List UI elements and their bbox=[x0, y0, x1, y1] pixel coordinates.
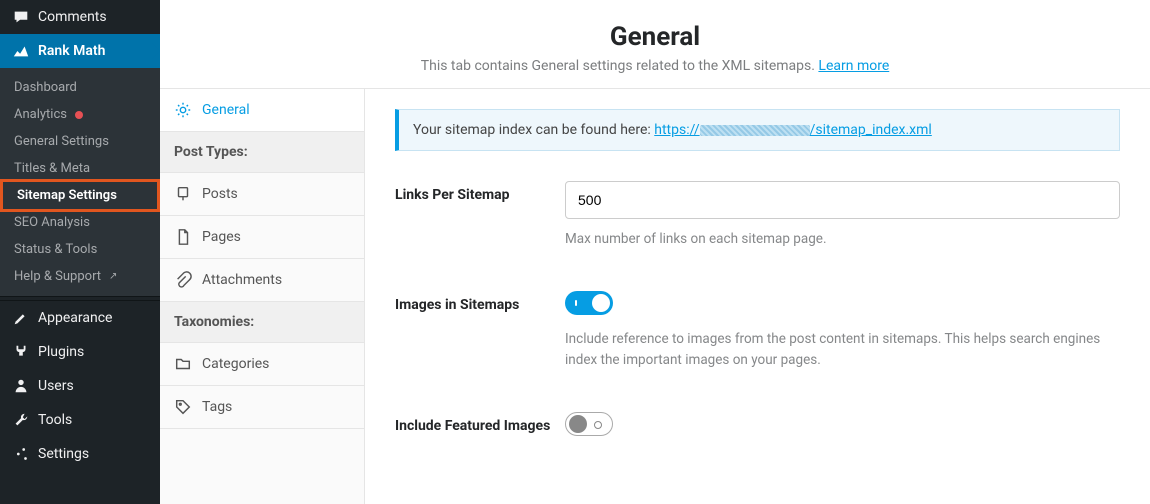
label-images-in-sitemaps: Images in Sitemaps bbox=[395, 291, 565, 370]
page-subtitle: This tab contains General settings relat… bbox=[180, 58, 1130, 74]
settings-form: Your sitemap index can be found here: ht… bbox=[365, 89, 1150, 504]
submenu-analytics[interactable]: Analytics bbox=[0, 101, 160, 128]
control-images-in-sitemaps: Include reference to images from the pos… bbox=[565, 291, 1120, 370]
learn-more-link[interactable]: Learn more bbox=[818, 58, 889, 74]
sliders-icon bbox=[12, 445, 30, 463]
tab-attachments[interactable]: Attachments bbox=[160, 259, 364, 302]
rankmath-icon bbox=[12, 42, 30, 60]
folder-icon bbox=[174, 355, 192, 373]
attachment-icon bbox=[174, 271, 192, 289]
comment-icon bbox=[12, 8, 30, 26]
tab-label: Attachments bbox=[202, 272, 282, 288]
submenu-seo-analysis[interactable]: SEO Analysis bbox=[0, 209, 160, 236]
group-taxonomies: Taxonomies: bbox=[160, 302, 364, 343]
menu-users[interactable]: Users bbox=[0, 369, 160, 403]
tag-icon bbox=[174, 398, 192, 416]
help-links-per-sitemap: Max number of links on each sitemap page… bbox=[565, 229, 1120, 249]
notification-dot-icon bbox=[75, 111, 83, 119]
row-include-featured: Include Featured Images bbox=[395, 412, 1120, 440]
submenu-label: Help & Support bbox=[14, 269, 101, 284]
control-include-featured bbox=[565, 412, 1120, 440]
sitemap-url-link[interactable]: https:// /sitemap_index.xml bbox=[654, 122, 932, 138]
row-images-in-sitemaps: Images in Sitemaps Include reference to … bbox=[395, 291, 1120, 370]
help-images-in-sitemaps: Include reference to images from the pos… bbox=[565, 329, 1120, 370]
page-icon bbox=[174, 228, 192, 246]
gear-icon bbox=[174, 101, 192, 119]
wp-admin-sidebar: Comments Rank Math Dashboard Analytics G… bbox=[0, 0, 160, 504]
url-scheme: https:// bbox=[654, 122, 699, 138]
menu-label: Appearance bbox=[38, 310, 112, 326]
images-in-sitemaps-toggle[interactable] bbox=[565, 291, 613, 315]
submenu-sitemap-settings[interactable]: Sitemap Settings bbox=[0, 179, 160, 212]
page-title: General bbox=[180, 22, 1130, 52]
menu-label: Rank Math bbox=[38, 43, 105, 59]
menu-label: Plugins bbox=[38, 344, 84, 360]
menu-plugins[interactable]: Plugins bbox=[0, 335, 160, 369]
tab-label: Categories bbox=[202, 356, 269, 372]
menu-appearance[interactable]: Appearance bbox=[0, 301, 160, 335]
tab-label: General bbox=[202, 102, 250, 118]
rankmath-submenu: Dashboard Analytics General Settings Tit… bbox=[0, 68, 160, 296]
submenu-titles-meta[interactable]: Titles & Meta bbox=[0, 155, 160, 182]
submenu-general-settings[interactable]: General Settings bbox=[0, 128, 160, 155]
submenu-label: Analytics bbox=[14, 107, 67, 122]
settings-tabs: General Post Types: Posts Pages Attachme… bbox=[160, 89, 365, 504]
subtitle-text: This tab contains General settings relat… bbox=[421, 58, 819, 74]
row-links-per-sitemap: Links Per Sitemap Max number of links on… bbox=[395, 181, 1120, 249]
menu-comments[interactable]: Comments bbox=[0, 0, 160, 34]
tab-label: Posts bbox=[202, 186, 238, 202]
group-post-types: Post Types: bbox=[160, 132, 364, 173]
notice-text: Your sitemap index can be found here: bbox=[413, 122, 654, 138]
submenu-dashboard[interactable]: Dashboard bbox=[0, 74, 160, 101]
menu-settings[interactable]: Settings bbox=[0, 437, 160, 471]
label-include-featured: Include Featured Images bbox=[395, 412, 565, 440]
tab-pages[interactable]: Pages bbox=[160, 216, 364, 259]
tab-posts[interactable]: Posts bbox=[160, 173, 364, 216]
user-icon bbox=[12, 377, 30, 395]
tab-tags[interactable]: Tags bbox=[160, 386, 364, 429]
sitemap-notice: Your sitemap index can be found here: ht… bbox=[395, 109, 1120, 151]
menu-rankmath[interactable]: Rank Math bbox=[0, 34, 160, 68]
redacted-domain bbox=[700, 125, 810, 136]
submenu-help-support[interactable]: Help & Support ↗ bbox=[0, 263, 160, 290]
tab-label: Tags bbox=[202, 399, 232, 415]
label-links-per-sitemap: Links Per Sitemap bbox=[395, 181, 565, 249]
control-links-per-sitemap: Max number of links on each sitemap page… bbox=[565, 181, 1120, 249]
plugin-icon bbox=[12, 343, 30, 361]
menu-label: Settings bbox=[38, 446, 89, 462]
tab-label: Pages bbox=[202, 229, 241, 245]
links-per-sitemap-input[interactable] bbox=[565, 181, 1120, 219]
submenu-status-tools[interactable]: Status & Tools bbox=[0, 236, 160, 263]
brush-icon bbox=[12, 309, 30, 327]
menu-label: Tools bbox=[38, 412, 72, 428]
menu-tools[interactable]: Tools bbox=[0, 403, 160, 437]
url-path: /sitemap_index.xml bbox=[810, 122, 932, 138]
tab-categories[interactable]: Categories bbox=[160, 343, 364, 386]
include-featured-toggle[interactable] bbox=[565, 412, 613, 436]
page-header: General This tab contains General settin… bbox=[160, 0, 1150, 89]
pin-icon bbox=[174, 185, 192, 203]
menu-label: Users bbox=[38, 378, 74, 394]
content-wrap: General Post Types: Posts Pages Attachme… bbox=[160, 89, 1150, 504]
wrench-icon bbox=[12, 411, 30, 429]
external-link-icon: ↗ bbox=[109, 271, 117, 282]
tab-general[interactable]: General bbox=[160, 89, 364, 132]
main-content: General This tab contains General settin… bbox=[160, 0, 1150, 504]
menu-label: Comments bbox=[38, 9, 107, 25]
